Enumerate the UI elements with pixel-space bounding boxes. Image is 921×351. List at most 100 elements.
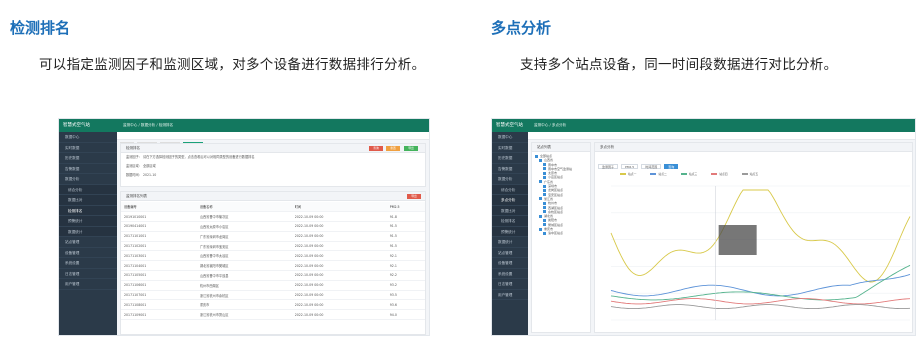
tree-item[interactable]: 渝中区站点 [535,231,588,235]
table-row[interactable]: 20171109001 浙江省杭州市萧山区 2022-10-09 00:00 94.0 [121,309,425,321]
table-cell: 93.2 [386,280,425,291]
checkbox-icon[interactable] [543,206,546,210]
checkbox-icon[interactable] [543,193,546,197]
table-cell: 91.5 [386,221,425,232]
checkbox-icon[interactable] [543,167,546,171]
table-cell: 2022-10-09 00:00 [291,250,387,262]
checkbox-icon[interactable] [543,218,546,222]
reset-button[interactable]: 重置 [386,146,400,151]
sidebar-item[interactable]: 站点管理 [492,248,528,258]
checkbox-icon[interactable] [543,184,546,188]
sidebar-item[interactable]: 数据分析 [59,174,117,185]
checkbox-icon[interactable] [539,180,542,184]
sidebar-item[interactable]: 历史数据 [492,153,528,164]
table-row[interactable]: 20171107001 浙江省杭州市余杭区 2022-10-09 00:00 93.5 [121,290,425,301]
checkbox-icon[interactable] [543,223,546,227]
sidebar-item[interactable]: 设备管理 [59,248,117,258]
multipoint-screenshot: 智慧式空气站 数据中心 实时数据 历史数据 告警数据 数据分析 综合分析 多点分析 数据比对检… [491,118,916,336]
sidebar-item[interactable]: 设备管理 [492,258,528,269]
list-title: 监测排名列表 [121,192,425,201]
filter-row: 监测区域： 全部区域 [126,164,156,168]
top-bar: 监测中心 / 数据分析 / 检测排名 [117,119,429,132]
checkbox-icon[interactable] [543,171,546,175]
table-header-row: 设备编号 设备名称 时间 PM2.5 [121,202,425,213]
sidebar-item[interactable]: 日志管理 [59,269,117,279]
table-cell: 93.6 [386,299,425,311]
table-row[interactable]: 20171105001 山西省晋中市平遥县 2022-10-09 00:00 92.2 [121,270,425,281]
checkbox-icon[interactable] [543,163,546,167]
chart-control[interactable]: 监测因子 [598,164,619,169]
site-tree-panel: 站点列表 全部站点 山西省 晋中市 晋中市空气监测站 太原市 小店区站点 广东省 深圳市 龙岗区… [531,142,591,333]
table-cell: 2022-10-09 00:00 [291,221,387,232]
table-cell: 91.8 [386,211,425,223]
sidebar-item[interactable]: 综合分析 [492,184,528,195]
series-line [610,304,911,310]
table-cell: 杭州市西湖区 [196,280,292,291]
sidebar-item[interactable]: 日志管理 [492,279,528,290]
table-cell: 2022-10-09 00:00 [291,270,387,281]
table-cell: 2022-10-09 00:00 [291,290,387,301]
checkbox-icon[interactable] [539,214,542,218]
sidebar-menu: 数据中心 实时数据 历史数据 告警数据 数据分析 综合分析 多点分析 数据比对 检测排名 预警统计… [492,132,528,300]
table-row[interactable]: 20171106001 杭州市西湖区 2022-10-09 00:00 93.2 [121,280,425,291]
table-row[interactable]: 20171103001 山西省晋中市太谷区 2022-10-09 00:00 92.1 [121,250,425,262]
sidebar-item[interactable]: 告警数据 [59,164,117,174]
sidebar-item[interactable]: 数据比对 [492,205,528,216]
sidebar-item[interactable]: 系统设置 [492,269,528,279]
table-row[interactable]: 20171108001 重庆市 2022-10-09 00:00 93.6 [121,299,425,311]
ranking-screenshot: 智慧式空气站 数据中心 实时数据 历史数据 告警数据 数据分析 综合分析 数据比对 检测排名预… [58,118,430,336]
series-line [610,189,911,283]
feature-title: 检测排名 [10,19,71,37]
sidebar-item[interactable]: 数据统计 [492,237,528,248]
sidebar-item[interactable]: 数据比对 [59,195,117,206]
sidebar-item[interactable]: 检测排名 [492,216,528,227]
table-row[interactable]: 20190414001 山西省太原市小店区 2022-10-09 00:00 91.5 [121,221,425,232]
sidebar-item[interactable]: 站点管理 [59,237,117,248]
checkbox-icon[interactable] [539,158,542,162]
legend-label: 站点四 [719,172,728,176]
sidebar-item[interactable]: 数据统计 [59,226,117,237]
checkbox-icon[interactable] [543,201,546,205]
table-cell: 山西省晋中市平遥县 [196,270,292,281]
sidebar-item[interactable]: 数据中心 [492,132,528,143]
table-row[interactable]: 20171102001 广东省深圳市宝安区 2022-10-09 00:00 91.5 [121,241,425,252]
sidebar-item[interactable]: 用户管理 [59,279,117,290]
checkbox-icon[interactable] [543,210,546,214]
table-cell: 20171108001 [121,299,197,311]
export-button[interactable]: 导出 [404,146,418,151]
checkbox-icon[interactable] [539,227,542,231]
table-cell: 2022-10-09 00:00 [291,309,387,321]
table-cell: 山西省晋中市榆次区 [196,211,292,223]
sidebar-item[interactable]: 数据分析 [492,174,528,185]
query-button[interactable]: 查询 [369,146,383,151]
tree-title: 站点列表 [532,143,590,152]
checkbox-icon[interactable] [535,154,538,158]
checkbox-icon[interactable] [539,197,542,201]
legend-swatch [741,173,748,175]
checkbox-icon[interactable] [543,231,546,235]
sidebar-item[interactable]: 告警数据 [492,164,528,174]
sidebar-item[interactable]: 综合分析 [59,184,117,195]
sidebar-item[interactable]: 实时数据 [492,143,528,153]
table-row[interactable]: 20171101001 广东省深圳市龙岗区 2022-10-09 00:00 91.5 [121,231,425,242]
chart-controls: 监测因子 PM2.5 时间范围 查询 [595,152,912,169]
table-cell: 重庆市 [196,299,292,311]
list-export-button[interactable]: 导出 [407,194,421,199]
sidebar-item[interactable]: 检测排名 [59,205,117,216]
sidebar-item[interactable]: 多点分析 [492,195,528,206]
sidebar-item[interactable]: 用户管理 [492,290,528,300]
table-row[interactable]: 20191010001 山西省晋中市榆次区 2022-10-09 00:00 91.8 [121,211,425,223]
sidebar-item[interactable]: 系统设置 [59,258,117,269]
checkbox-icon[interactable] [543,175,546,179]
sidebar-item[interactable]: 实时数据 [59,143,117,153]
sidebar-item[interactable]: 预警统计 [59,216,117,227]
multipoint-chart [610,185,911,321]
sidebar-item[interactable]: 预警统计 [492,226,528,237]
table-row[interactable]: 20171104001 湖北省襄阳市樊城区 2022-10-09 00:00 92.1 [121,260,425,272]
table-cell: 广东省深圳市宝安区 [196,241,292,252]
sidebar-item[interactable]: 历史数据 [59,153,117,164]
table-cell: 20171109001 [121,309,197,321]
checkbox-icon[interactable] [543,188,546,192]
legend-label: 站点五 [749,172,759,176]
sidebar-item[interactable]: 数据中心 [59,132,117,143]
